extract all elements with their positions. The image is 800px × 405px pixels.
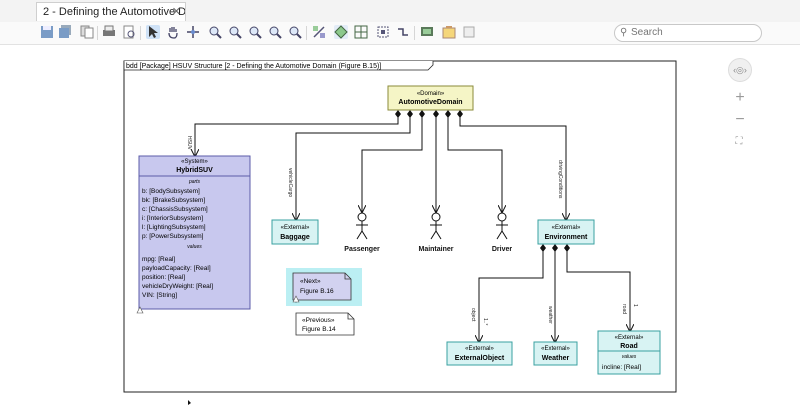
block-name: Weather [542, 355, 570, 362]
zoom-in-button[interactable]: + [732, 90, 748, 106]
fit-to-screen-icon[interactable]: ⛶ [733, 136, 745, 148]
actor-name: Maintainer [418, 246, 453, 253]
stereotype-label: «Domain» [417, 91, 445, 97]
role-label-vehicle-cargo: vehicleCargo [287, 168, 293, 197]
part-item: i: [InteriorSubsystem] [142, 215, 203, 222]
role-label-object: object [470, 308, 476, 322]
stereotype-label: «System» [181, 159, 208, 165]
value-item: mpg: [Real] [142, 256, 175, 263]
block-hybrid-suv[interactable]: «System» HybridSUV parts b: [BodySubsyst… [136, 155, 251, 314]
note-text: Figure B.16 [300, 288, 334, 295]
part-item: c: [ChassisSubsystem] [142, 206, 208, 213]
compartment-label: values [187, 244, 202, 250]
value-item: incline: [Real] [602, 364, 641, 371]
block-name: Road [620, 343, 638, 350]
diagram-canvas[interactable]: bdd [Package] HSUV Structure [2 - Defini… [0, 0, 800, 405]
actor-name: Driver [492, 246, 513, 253]
block-road[interactable]: «External» Road values incline: [Real] [597, 330, 661, 375]
value-item: vehicleDryWeight: [Real] [142, 283, 213, 290]
role-label-road: road [621, 304, 627, 314]
stereotype-label: «External» [552, 225, 581, 231]
part-item: b: [BodySubsystem] [142, 188, 200, 195]
value-item: payloadCapacity: [Real] [142, 265, 211, 272]
multiplicity-road: 1 [632, 304, 638, 307]
pan-control-icon[interactable]: ‹◎› [728, 58, 752, 82]
part-item: p: [PowerSubsystem] [142, 233, 204, 240]
navigation-controls: ‹◎› + − ⛶ [728, 58, 752, 158]
zoom-out-button[interactable]: − [732, 112, 748, 128]
block-name: Baggage [280, 234, 310, 241]
multiplicity-object: 1..* [482, 318, 488, 326]
stereotype-label: «External» [615, 335, 644, 341]
block-name: Environment [545, 234, 588, 241]
frame-title: bdd [Package] HSUV Structure [2 - Defini… [126, 63, 381, 70]
stereotype-label: «External» [541, 346, 570, 352]
note-previous[interactable]: «Previous» Figure B.14 [295, 312, 355, 336]
part-item: l: [LightingSubsystem] [142, 224, 206, 231]
value-item: VIN: [String] [142, 292, 177, 299]
block-name: AutomotiveDomain [398, 99, 462, 106]
stereotype-label: «External» [281, 225, 310, 231]
note-stereotype: «Next» [300, 278, 321, 285]
block-baggage[interactable]: «External» Baggage [271, 219, 319, 245]
role-label-driving-conditions: drivingConditions [557, 160, 563, 199]
block-environment[interactable]: «External» Environment [537, 219, 595, 245]
block-name: ExternalObject [455, 355, 505, 362]
block-name: HybridSUV [176, 167, 213, 174]
note-next[interactable]: «Next» Figure B.16 [286, 268, 362, 306]
compartment-label: parts [188, 179, 201, 185]
stereotype-label: «External» [465, 346, 494, 352]
mouse-cursor-icon [188, 400, 191, 405]
block-automotive-domain[interactable]: «Domain» AutomotiveDomain [387, 85, 474, 111]
role-label-hsuv: HSUV [186, 136, 192, 151]
actor-name: Passenger [344, 246, 380, 253]
part-item: bk: [BrakeSubsystem] [142, 197, 205, 204]
note-text: Figure B.14 [302, 326, 336, 333]
role-label-weather: weather [547, 306, 553, 324]
block-external-object[interactable]: «External» ExternalObject [446, 341, 513, 366]
block-weather[interactable]: «External» Weather [533, 341, 578, 366]
compartment-label: values [622, 354, 637, 360]
value-item: position: [Real] [142, 274, 185, 281]
note-stereotype: «Previous» [302, 317, 335, 324]
